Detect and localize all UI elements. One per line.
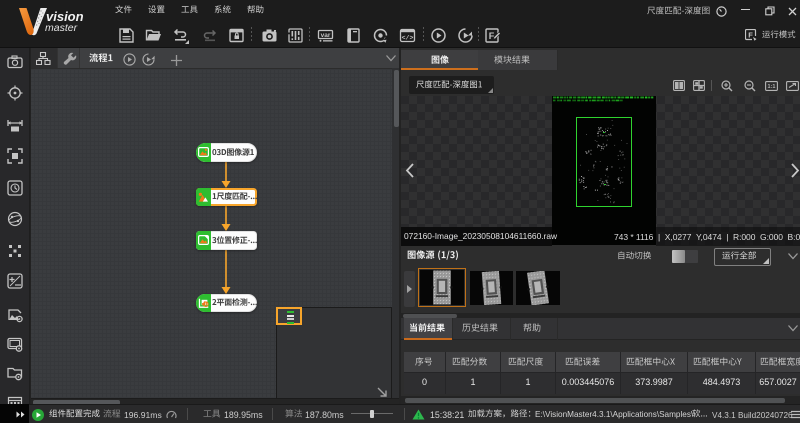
svg-text:1:1: 1:1 xyxy=(768,84,776,90)
svg-text:F: F xyxy=(489,31,495,41)
svg-text:var: var xyxy=(321,32,331,39)
svg-text:</>: </> xyxy=(402,35,414,42)
